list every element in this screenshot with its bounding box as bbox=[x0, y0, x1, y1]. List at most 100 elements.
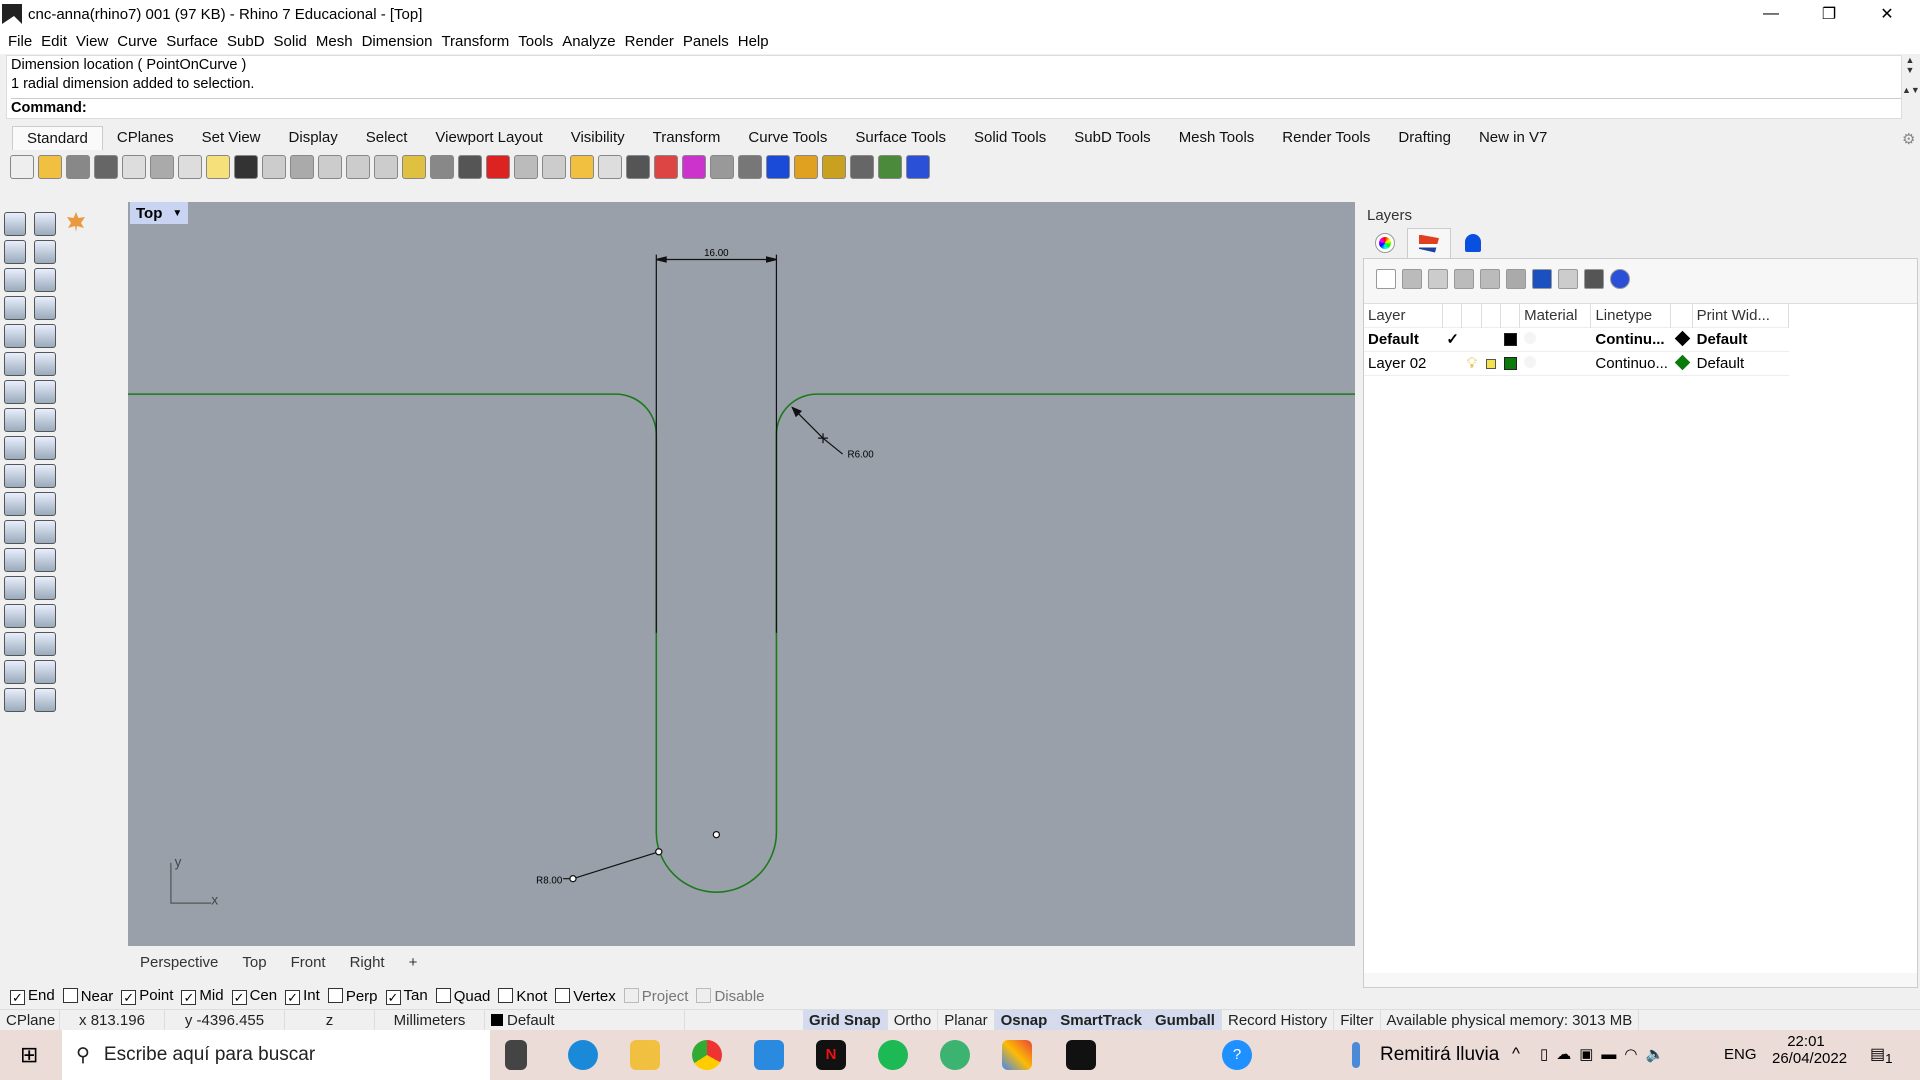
polygon-icon[interactable] bbox=[4, 296, 26, 320]
status-toggle-filter[interactable]: Filter bbox=[1334, 1009, 1381, 1032]
checkbox[interactable]: ✓ bbox=[231, 990, 247, 1005]
render-icon[interactable] bbox=[4, 688, 26, 712]
plane-icon[interactable] bbox=[34, 408, 56, 432]
status-cplane[interactable]: CPlane bbox=[0, 1009, 60, 1032]
grid-icon[interactable] bbox=[4, 632, 26, 656]
checkbox[interactable] bbox=[498, 987, 514, 1003]
layers-icon[interactable] bbox=[654, 155, 678, 179]
layer-name[interactable]: Layer 02 bbox=[1364, 352, 1443, 376]
netflix-icon[interactable]: N bbox=[816, 1040, 846, 1070]
minimize-button[interactable]: — bbox=[1742, 0, 1800, 28]
point-icon[interactable] bbox=[34, 212, 56, 236]
close-button[interactable]: ✕ bbox=[1858, 0, 1916, 28]
print-color-diamond-icon[interactable] bbox=[1671, 328, 1692, 352]
column-header[interactable]: Linetype bbox=[1591, 303, 1672, 328]
tab-solid-tools[interactable]: Solid Tools bbox=[960, 126, 1060, 150]
boolean-icon[interactable] bbox=[34, 380, 56, 404]
analyze-icon[interactable] bbox=[4, 660, 26, 684]
box-icon[interactable] bbox=[4, 380, 26, 404]
tab-set-view[interactable]: Set View bbox=[188, 126, 275, 150]
options-icon[interactable] bbox=[822, 155, 846, 179]
lock-icon[interactable] bbox=[626, 155, 650, 179]
viewport-title[interactable]: Top ▼ bbox=[130, 202, 189, 224]
print-width-cell[interactable]: Default bbox=[1693, 352, 1789, 376]
pan-icon[interactable] bbox=[262, 155, 286, 179]
restore-button[interactable]: ❐ bbox=[1800, 0, 1858, 28]
trim-icon[interactable] bbox=[4, 464, 26, 488]
light-icon[interactable] bbox=[598, 155, 622, 179]
tab-subd-tools[interactable]: SubD Tools bbox=[1060, 126, 1164, 150]
globe-icon[interactable] bbox=[878, 155, 902, 179]
current-check-icon[interactable]: ✓ bbox=[1443, 328, 1462, 352]
surface-icon[interactable] bbox=[4, 352, 26, 376]
curve-icon[interactable] bbox=[34, 240, 56, 264]
scale-icon[interactable] bbox=[34, 548, 56, 572]
open-icon[interactable] bbox=[38, 155, 62, 179]
status-toggle-osnap[interactable]: Osnap bbox=[994, 1009, 1055, 1032]
layer-row[interactable]: Layer 02 💡︎ Continuo... Default bbox=[1364, 352, 1789, 376]
lock-icon[interactable] bbox=[1482, 352, 1501, 376]
bell-icon[interactable] bbox=[1451, 228, 1495, 258]
status-toggle-ortho[interactable]: Ortho bbox=[888, 1009, 939, 1032]
menu-item-view[interactable]: View bbox=[74, 33, 115, 50]
block-icon[interactable] bbox=[4, 604, 26, 628]
rendered-icon[interactable] bbox=[738, 155, 762, 179]
file-explorer-icon[interactable] bbox=[630, 1040, 660, 1070]
status-units[interactable]: Millimeters bbox=[375, 1009, 485, 1032]
tab-display[interactable]: Display bbox=[275, 126, 352, 150]
status-toggle-grid-snap[interactable]: Grid Snap bbox=[803, 1009, 888, 1032]
menu-item-mesh[interactable]: Mesh bbox=[314, 33, 360, 50]
menu-item-solid[interactable]: Solid bbox=[272, 33, 314, 50]
extrude-icon[interactable] bbox=[34, 352, 56, 376]
split-icon[interactable] bbox=[34, 464, 56, 488]
linetype-cell[interactable]: Continuo... bbox=[1591, 352, 1671, 376]
osnap-int[interactable]: ✓ Int bbox=[285, 987, 320, 1005]
filter-icon[interactable] bbox=[1532, 269, 1552, 289]
command-scrollbar[interactable]: ▲ ▼ ▲▼ bbox=[1902, 55, 1920, 119]
system-tray-icons[interactable]: ▯☁▣▬◠🔈 bbox=[1540, 1045, 1672, 1063]
add-viewport-icon[interactable]: + bbox=[397, 954, 430, 971]
copy-layer-icon[interactable] bbox=[1402, 269, 1422, 289]
osnap-quad[interactable]: Quad bbox=[435, 987, 490, 1005]
cplane-icon[interactable] bbox=[542, 155, 566, 179]
top-viewport[interactable]: 16.00 R6.00 R8.00 y x bbox=[128, 202, 1355, 946]
menu-item-tools[interactable]: Tools bbox=[516, 33, 560, 50]
clock[interactable]: 22:01 26/04/2022 bbox=[1772, 1033, 1847, 1067]
material-cell[interactable] bbox=[1520, 328, 1591, 352]
tab-new-in-v7[interactable]: New in V7 bbox=[1465, 126, 1561, 150]
tools-icon[interactable] bbox=[1584, 269, 1604, 289]
grid-icon[interactable] bbox=[514, 155, 538, 179]
viewport-tab-right[interactable]: Right bbox=[338, 954, 397, 971]
menu-item-edit[interactable]: Edit bbox=[39, 33, 74, 50]
layer-row[interactable]: Default ✓ Continu... Default bbox=[1364, 328, 1789, 352]
column-header[interactable] bbox=[1501, 303, 1521, 328]
undo-view-icon[interactable] bbox=[430, 155, 454, 179]
tab-cplanes[interactable]: CPlanes bbox=[103, 126, 188, 150]
viewport-tab-top[interactable]: Top bbox=[230, 954, 278, 971]
task-view-icon[interactable] bbox=[505, 1040, 527, 1070]
rotate-view-icon[interactable] bbox=[290, 155, 314, 179]
import-icon[interactable] bbox=[122, 155, 146, 179]
text-icon[interactable] bbox=[4, 548, 26, 572]
taskbar-search[interactable]: ⚲ Escribe aquí para buscar bbox=[62, 1030, 490, 1080]
command-input[interactable]: Command: bbox=[11, 98, 1901, 117]
windows-start-icon[interactable]: ⊞ bbox=[20, 1042, 38, 1068]
current-cell[interactable] bbox=[1443, 352, 1462, 376]
color-wheel-icon[interactable] bbox=[682, 155, 706, 179]
checkbox[interactable]: ✓ bbox=[285, 990, 301, 1005]
tab-visibility[interactable]: Visibility bbox=[557, 126, 639, 150]
rhino-taskbar-icon[interactable] bbox=[1066, 1040, 1096, 1070]
column-header[interactable] bbox=[1462, 303, 1482, 328]
fillet-icon[interactable] bbox=[34, 324, 56, 348]
menu-item-subd[interactable]: SubD bbox=[225, 33, 272, 50]
move-left-icon[interactable] bbox=[1506, 269, 1526, 289]
layer-name[interactable]: Default bbox=[1364, 328, 1443, 352]
osnap-knot[interactable]: Knot bbox=[498, 987, 547, 1005]
osnap-cen[interactable]: ✓ Cen bbox=[231, 987, 277, 1005]
tab-select[interactable]: Select bbox=[352, 126, 422, 150]
osnap-point[interactable]: ✓ Point bbox=[121, 987, 173, 1005]
spotlight-icon[interactable] bbox=[794, 155, 818, 179]
arc-icon[interactable] bbox=[4, 324, 26, 348]
layers-tab-icon[interactable] bbox=[1407, 228, 1451, 258]
weather-text[interactable]: Remitirá lluvia bbox=[1380, 1044, 1499, 1066]
